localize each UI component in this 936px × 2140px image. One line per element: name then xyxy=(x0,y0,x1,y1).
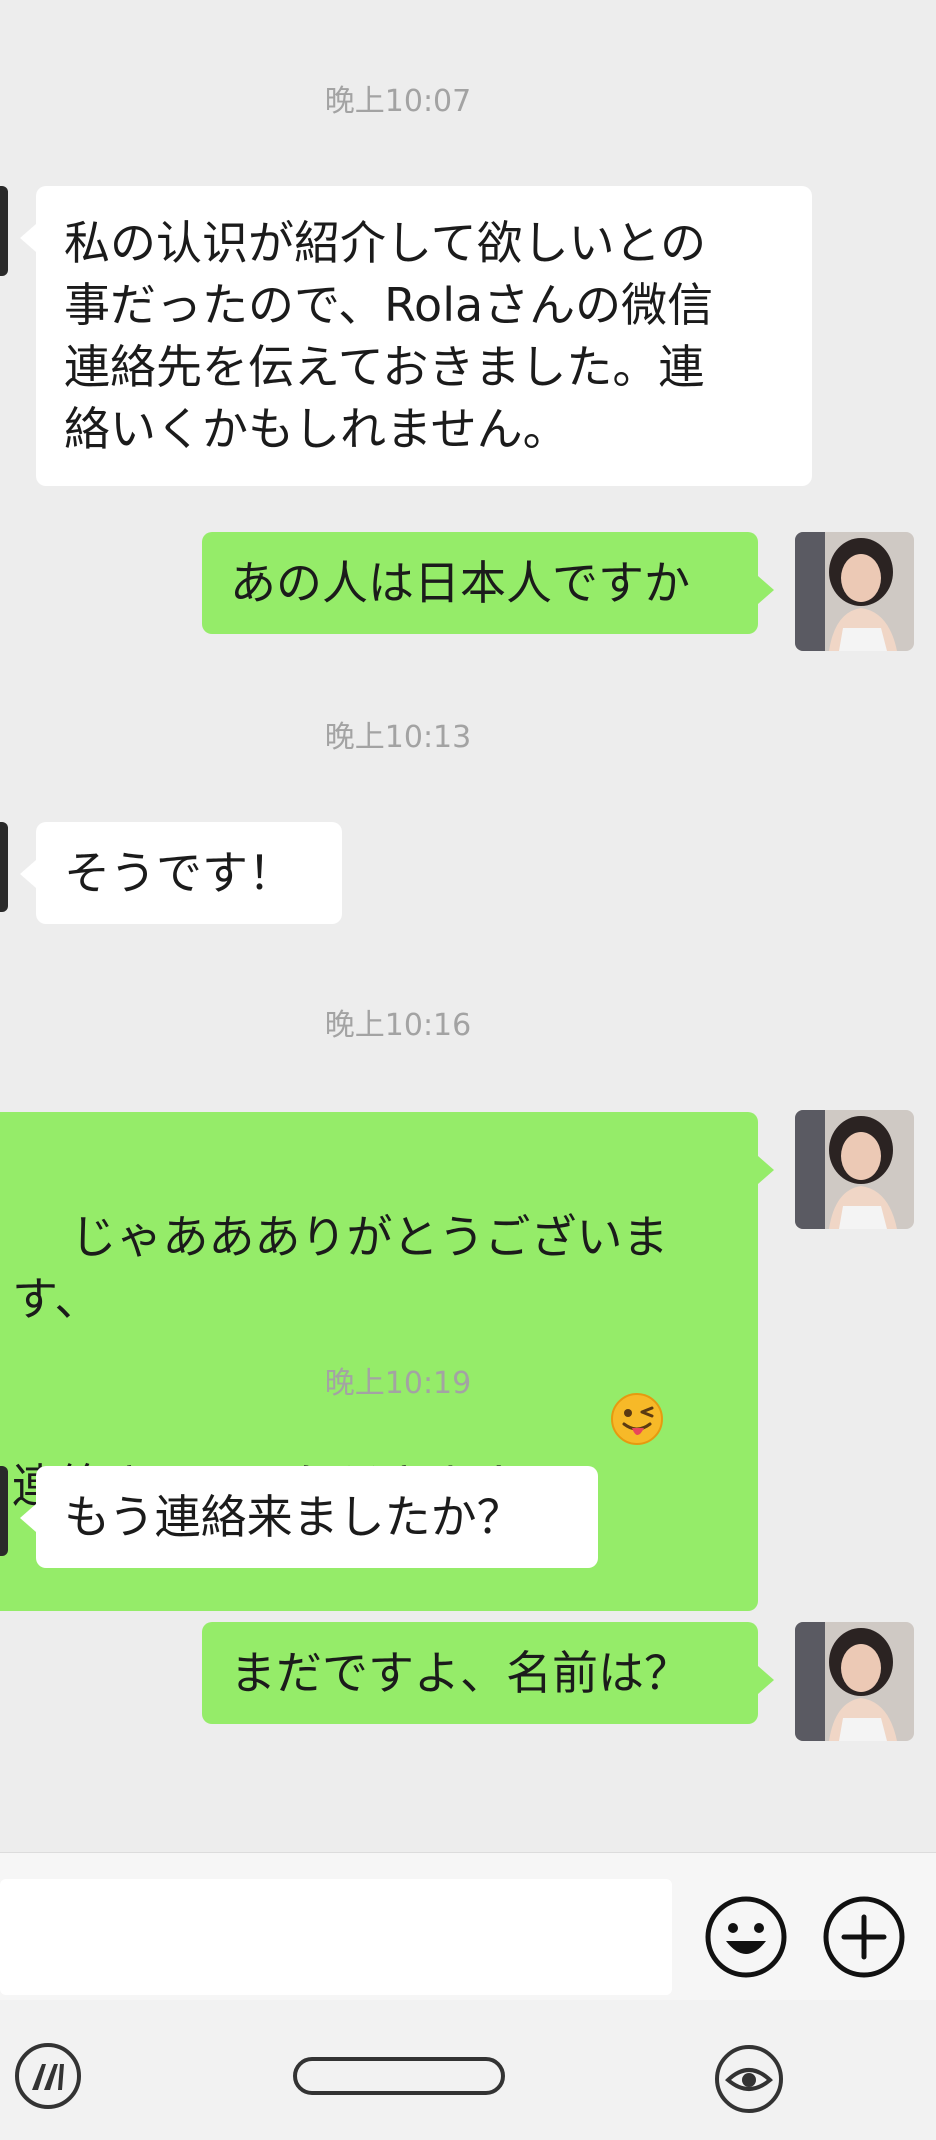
system-navigation-bar xyxy=(0,2000,936,2140)
timestamp: 晚上10:19 xyxy=(324,1366,472,1401)
nav-left-button[interactable] xyxy=(14,2042,82,2114)
user-avatar-image xyxy=(795,1110,914,1229)
contact-avatar[interactable] xyxy=(0,822,8,912)
timestamp: 晚上10:13 xyxy=(324,720,472,755)
message-input[interactable] xyxy=(0,1879,672,1995)
emoji-button[interactable] xyxy=(704,1895,788,1979)
contact-avatar[interactable] xyxy=(0,186,8,276)
nav-right-button[interactable] xyxy=(714,2044,784,2118)
more-button[interactable] xyxy=(822,1895,906,1979)
outgoing-message[interactable]: あの人は日本人ですか xyxy=(202,532,774,634)
timestamp: 晚上10:07 xyxy=(324,84,472,119)
incoming-message[interactable]: もう連絡来ましたか？ xyxy=(20,1466,598,1568)
plus-circle-icon xyxy=(823,1896,905,1978)
user-avatar[interactable] xyxy=(795,532,914,651)
outgoing-message[interactable]: まだですよ、名前は？ xyxy=(202,1622,774,1724)
app-logo-icon xyxy=(15,2043,81,2109)
user-avatar-image xyxy=(795,1622,914,1741)
user-avatar[interactable] xyxy=(795,1110,914,1229)
user-avatar[interactable] xyxy=(795,1622,914,1741)
home-pill-icon xyxy=(293,2057,505,2095)
incoming-message[interactable]: そうです！ xyxy=(20,822,342,924)
user-avatar-image xyxy=(795,532,914,651)
chat-message-list[interactable]: 晚上10:07 私の认识が紹介して欲しいとの 事だったので、Rolaさんの微信 … xyxy=(0,0,936,1852)
nav-home-button[interactable] xyxy=(292,2056,506,2100)
contact-avatar[interactable] xyxy=(0,1466,8,1556)
timestamp: 晚上10:16 xyxy=(324,1008,472,1043)
smiley-face-icon xyxy=(705,1896,787,1978)
eye-icon xyxy=(715,2045,783,2113)
message-input-bar xyxy=(0,1852,936,2001)
incoming-message[interactable]: 私の认识が紹介して欲しいとの 事だったので、Rolaさんの微信 連絡先を伝えてお… xyxy=(20,186,812,486)
